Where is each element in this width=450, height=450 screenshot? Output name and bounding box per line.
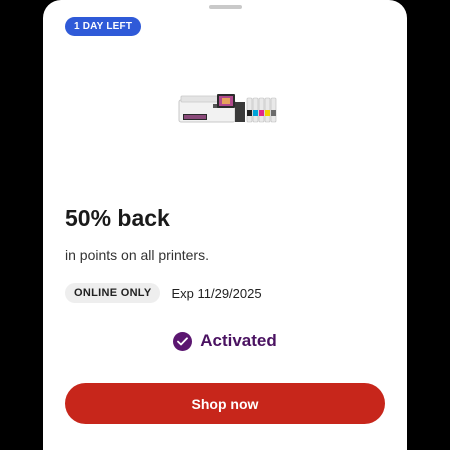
activated-status: Activated — [43, 331, 407, 351]
time-left-badge: 1 DAY LEFT — [65, 17, 142, 36]
drag-handle[interactable] — [209, 5, 242, 9]
offer-headline: 50% back — [65, 205, 170, 231]
expiration-date: Exp 11/29/2025 — [171, 285, 262, 301]
offer-description: in points on all printers. — [65, 247, 209, 263]
offer-meta: ONLINE ONLY Exp 11/29/2025 — [65, 283, 262, 303]
shop-now-button[interactable]: Shop now — [65, 383, 385, 424]
check-circle-icon — [173, 331, 193, 351]
product-image — [177, 88, 277, 130]
activated-label: Activated — [200, 331, 277, 350]
online-only-tag: ONLINE ONLY — [65, 283, 161, 303]
offer-sheet: 1 DAY LEFT 50% back in points on all pri… — [43, 0, 407, 450]
